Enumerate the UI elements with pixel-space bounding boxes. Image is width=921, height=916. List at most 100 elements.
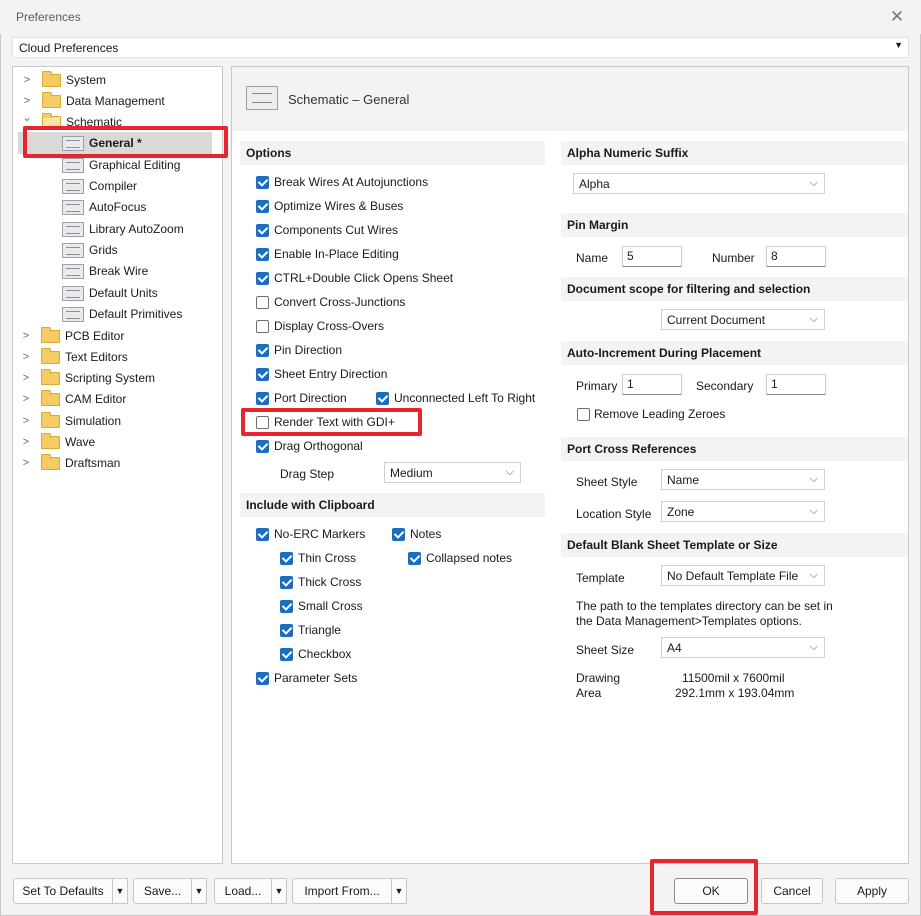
location-style-value: Zone	[667, 505, 695, 519]
expand-chevron-icon[interactable]: >	[21, 70, 33, 90]
expand-chevron-icon[interactable]: >	[20, 326, 32, 346]
checkbox-port-direction[interactable]	[256, 392, 269, 405]
checkbox-no-erc-markers[interactable]	[256, 528, 269, 541]
secondary-input[interactable]: 1	[766, 374, 826, 395]
chevron-down-icon: ⌵	[505, 466, 514, 478]
checkbox-ctrl-double-click[interactable]	[256, 272, 269, 285]
checkbox-in-place-editing[interactable]	[256, 248, 269, 261]
template-note-line1: The path to the templates directory can …	[576, 599, 833, 613]
checkbox-break-wires[interactable]	[256, 176, 269, 189]
tree-item-scripting-system[interactable]: > Scripting System	[12, 368, 221, 388]
area-label: Area	[576, 686, 602, 700]
load-arrow[interactable]: ▼	[271, 878, 287, 904]
checkbox-components-cut-wires[interactable]	[256, 224, 269, 237]
checkbox-remove-leading-zeroes[interactable]	[577, 408, 590, 421]
tree-item-pcb-editor[interactable]: > PCB Editor	[12, 326, 221, 346]
tree-item-label: Text Editors	[65, 350, 128, 364]
section-include-with-clipboard: Include with Clipboard	[240, 493, 545, 517]
checkbox-label: CTRL+Double Click Opens Sheet	[274, 271, 454, 285]
sheet-size-value: A4	[667, 641, 682, 655]
sheet-style-dropdown[interactable]: Name ⌵	[661, 469, 825, 490]
checkbox-label: Components Cut Wires	[274, 223, 399, 237]
section-port-cross-references: Port Cross References	[561, 437, 908, 461]
tree-item-system[interactable]: > System	[13, 70, 222, 90]
location-style-dropdown[interactable]: Zone ⌵	[661, 501, 825, 522]
expand-chevron-icon[interactable]: >	[20, 368, 32, 388]
checkbox-pin-direction[interactable]	[256, 344, 269, 357]
tree-item-data-management[interactable]: > Data Management	[13, 91, 222, 111]
checkbox-notes[interactable]	[392, 528, 405, 541]
expand-chevron-icon[interactable]: >	[20, 432, 32, 452]
expand-chevron-icon[interactable]: >	[20, 347, 32, 367]
checkbox-label: Unconnected Left To Right	[394, 391, 536, 405]
tree-item-cam-editor[interactable]: > CAM Editor	[12, 389, 221, 409]
cloud-preferences-dropdown[interactable]: Cloud Preferences ▼	[12, 37, 909, 58]
drag-step-value: Medium	[390, 466, 433, 480]
save-button[interactable]: Save...	[133, 878, 192, 904]
checkbox-checkbox[interactable]	[280, 648, 293, 661]
folder-icon	[41, 348, 60, 364]
import-from-button[interactable]: Import From...	[292, 878, 392, 904]
schematic-page-icon	[246, 86, 278, 110]
template-dropdown[interactable]: No Default Template File ⌵	[661, 565, 825, 586]
pin-margin-name-input[interactable]: 5	[622, 246, 682, 267]
document-scope-dropdown[interactable]: Current Document ⌵	[661, 309, 825, 330]
primary-label: Primary	[576, 379, 618, 393]
primary-input[interactable]: 1	[622, 374, 682, 395]
set-to-defaults-arrow[interactable]: ▼	[112, 878, 128, 904]
checkbox-small-cross[interactable]	[280, 600, 293, 613]
checkbox-convert-cross-junctions[interactable]	[256, 296, 269, 309]
tree-item-simulation[interactable]: > Simulation	[12, 411, 221, 431]
checkbox-label: Small Cross	[298, 599, 363, 613]
tree-item-text-editors[interactable]: > Text Editors	[12, 347, 221, 367]
checkbox-thin-cross[interactable]	[280, 552, 293, 565]
template-note-line2: the Data Management>Templates options.	[576, 614, 802, 628]
save-arrow[interactable]: ▼	[191, 878, 207, 904]
section-pin-margin: Pin Margin	[561, 213, 908, 237]
location-style-label: Location Style	[576, 507, 652, 521]
checkbox-collapsed-notes[interactable]	[408, 552, 421, 565]
highlight-box-ok	[650, 859, 758, 915]
checkbox-optimize-wires[interactable]	[256, 200, 269, 213]
checkbox-thick-cross[interactable]	[280, 576, 293, 589]
drawing-size-mm: 292.1mm x 193.04mm	[675, 686, 795, 700]
tree-item-draftsman[interactable]: > Draftsman	[12, 453, 221, 473]
collapse-chevron-icon[interactable]: ⌄	[21, 108, 33, 128]
checkbox-label: Optimize Wires & Buses	[274, 199, 404, 213]
load-button[interactable]: Load...	[214, 878, 272, 904]
expand-chevron-icon[interactable]: >	[20, 453, 32, 473]
schematic-page-icon	[62, 264, 84, 279]
apply-button[interactable]: Apply	[835, 878, 909, 904]
cancel-button[interactable]: Cancel	[761, 878, 823, 904]
checkbox-label: Pin Direction	[274, 343, 343, 357]
tree-item-label: Grids	[89, 243, 118, 257]
sheet-style-label: Sheet Style	[576, 475, 638, 489]
set-to-defaults-button[interactable]: Set To Defaults	[13, 878, 113, 904]
drag-step-dropdown[interactable]: Medium ⌵	[384, 462, 521, 483]
checkbox-unconnected-left-to-right[interactable]	[376, 392, 389, 405]
pin-margin-number-input[interactable]: 8	[766, 246, 826, 267]
chevron-down-icon: ⌵	[809, 569, 818, 581]
template-value: No Default Template File	[667, 569, 799, 583]
pin-margin-number-label: Number	[712, 251, 755, 265]
close-button[interactable]: ✕	[884, 6, 910, 28]
tree-item-label: AutoFocus	[89, 200, 147, 214]
import-from-arrow[interactable]: ▼	[391, 878, 407, 904]
checkbox-label: Triangle	[298, 623, 341, 637]
sheet-size-dropdown[interactable]: A4 ⌵	[661, 637, 825, 658]
checkbox-sheet-entry-direction[interactable]	[256, 368, 269, 381]
checkbox-label: No-ERC Markers	[274, 527, 366, 541]
tree-item-label: CAM Editor	[65, 392, 127, 406]
checkbox-parameter-sets[interactable]	[256, 672, 269, 685]
tree-item-label: System	[66, 73, 107, 87]
expand-chevron-icon[interactable]: >	[20, 411, 32, 431]
checkbox-drag-orthogonal[interactable]	[256, 440, 269, 453]
checkbox-triangle[interactable]	[280, 624, 293, 637]
section-options: Options	[240, 141, 545, 165]
tree-item-wave[interactable]: > Wave	[12, 432, 221, 452]
section-auto-increment: Auto-Increment During Placement	[561, 341, 908, 365]
checkbox-display-cross-overs[interactable]	[256, 320, 269, 333]
alpha-suffix-dropdown[interactable]: Alpha ⌵	[573, 173, 825, 194]
expand-chevron-icon[interactable]: >	[20, 389, 32, 409]
checkbox-label: Thin Cross	[298, 551, 357, 565]
